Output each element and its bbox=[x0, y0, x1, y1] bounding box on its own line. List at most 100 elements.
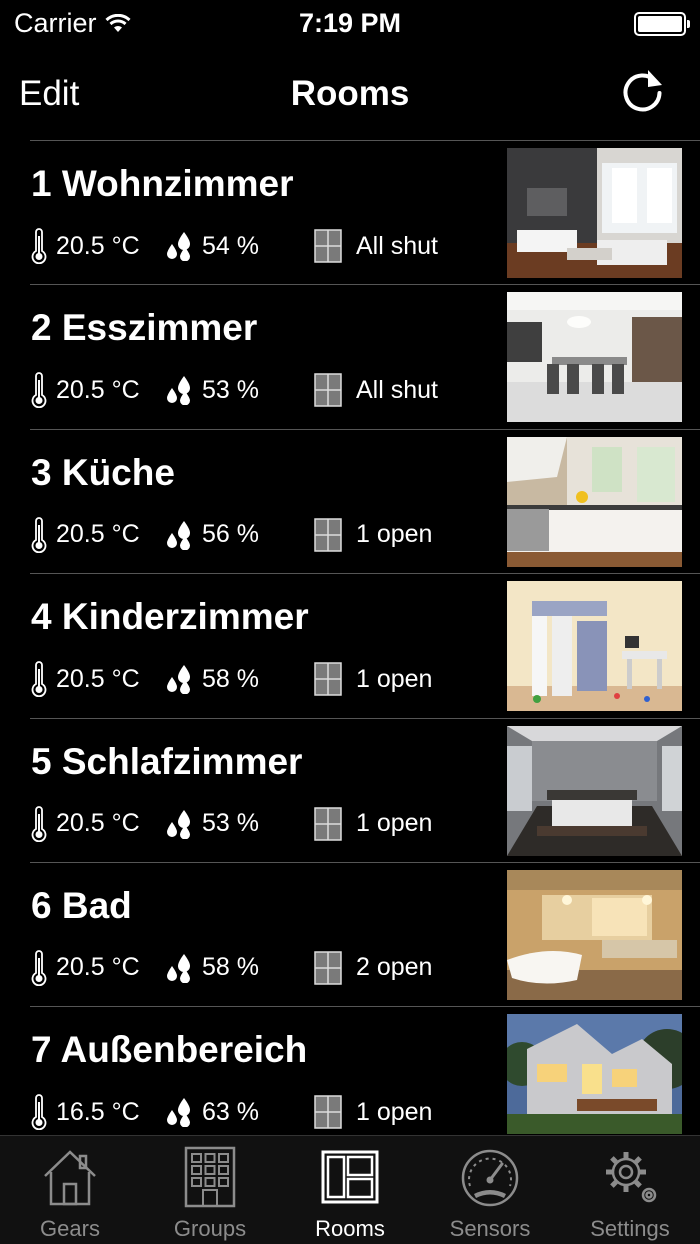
room-stats: 20.5 °C 58 % 1 open bbox=[30, 661, 432, 698]
room-name: 4 Kinderzimmer bbox=[31, 596, 309, 638]
tab-label: Rooms bbox=[315, 1216, 385, 1241]
room-photo bbox=[507, 436, 682, 567]
humidity-stat: 58 % bbox=[164, 664, 314, 695]
humidity-stat: 63 % bbox=[164, 1097, 314, 1128]
window-stat: All shut bbox=[314, 373, 438, 408]
window-stat: 1 open bbox=[314, 806, 433, 841]
humidity-stat: 54 % bbox=[164, 231, 314, 261]
window-stat: 1 open bbox=[314, 662, 432, 696]
window-status: 1 open bbox=[356, 664, 433, 693]
room-name: 1 Wohnzimmer bbox=[31, 163, 294, 204]
navigation-bar: Edit Rooms bbox=[0, 48, 700, 140]
window-status: 1 open bbox=[356, 520, 433, 549]
humidity-stat: 56 % bbox=[164, 520, 314, 550]
temperature-stat: 20.5 °C bbox=[30, 661, 164, 698]
humidity-drops-icon bbox=[164, 520, 194, 550]
tab-label: Settings bbox=[590, 1216, 670, 1241]
room-stats: 20.5 °C 53 % All shut bbox=[30, 372, 438, 409]
tab-label: Gears bbox=[40, 1216, 100, 1241]
thermometer-icon bbox=[30, 516, 48, 553]
room-photo bbox=[507, 1014, 682, 1134]
humidity-drops-icon bbox=[164, 1097, 194, 1128]
room-name: 5 Schlafzimmer bbox=[31, 740, 303, 782]
temperature-value: 20.5 °C bbox=[56, 520, 140, 549]
room-stats: 20.5 °C 58 % 2 open bbox=[30, 950, 432, 986]
temperature-stat: 20.5 °C bbox=[30, 228, 164, 264]
floorplan-icon bbox=[321, 1150, 379, 1204]
temperature-stat: 20.5 °C bbox=[30, 516, 164, 553]
humidity-drops-icon bbox=[164, 375, 194, 406]
room-row[interactable]: 6 Bad 20.5 °C 58 % 2 open bbox=[0, 863, 700, 1008]
window-status: 1 open bbox=[356, 1097, 433, 1126]
temperature-value: 20.5 °C bbox=[56, 375, 140, 404]
temperature-stat: 20.5 °C bbox=[30, 372, 164, 409]
status-time: 7:19 PM bbox=[298, 8, 402, 38]
window-stat: 2 open bbox=[314, 951, 432, 985]
tab-sensors[interactable]: Sensors bbox=[420, 1136, 560, 1244]
temperature-value: 20.5 °C bbox=[56, 664, 140, 693]
room-stats: 20.5 °C 54 % All shut bbox=[30, 228, 438, 264]
window-icon bbox=[314, 373, 342, 408]
page-title: Rooms bbox=[290, 74, 410, 113]
tab-settings[interactable]: Settings bbox=[560, 1136, 700, 1244]
window-status: All shut bbox=[356, 231, 438, 260]
humidity-stat: 58 % bbox=[164, 953, 314, 983]
room-row[interactable]: 7 Außenbereich 16.5 °C 63 % 1 open bbox=[0, 1007, 700, 1134]
humidity-stat: 53 % bbox=[164, 809, 314, 839]
humidity-drops-icon bbox=[164, 664, 194, 695]
room-row[interactable]: 1 Wohnzimmer 20.5 °C 54 % All shut bbox=[0, 141, 700, 286]
room-row[interactable]: 5 Schlafzimmer 20.5 °C 53 % 1 open bbox=[0, 719, 700, 864]
humidity-value: 63 % bbox=[202, 1097, 259, 1126]
room-photo bbox=[507, 869, 682, 1000]
thermometer-icon bbox=[30, 372, 48, 409]
temperature-stat: 16.5 °C bbox=[30, 1094, 164, 1131]
room-name: 6 Bad bbox=[31, 884, 132, 926]
window-icon bbox=[314, 806, 342, 841]
thermometer-icon bbox=[30, 1094, 48, 1131]
temperature-value: 16.5 °C bbox=[56, 1097, 140, 1126]
humidity-drops-icon bbox=[164, 953, 194, 983]
room-row[interactable]: 3 Küche 20.5 °C 56 % 1 open bbox=[0, 430, 700, 575]
thermometer-icon bbox=[30, 950, 48, 986]
tab-bar: Gears Groups Rooms Sensors Settings bbox=[0, 1135, 700, 1244]
room-name: 2 Esszimmer bbox=[31, 307, 258, 349]
room-stats: 16.5 °C 63 % 1 open bbox=[30, 1094, 433, 1131]
humidity-value: 56 % bbox=[202, 520, 259, 549]
tab-label: Groups bbox=[173, 1216, 247, 1241]
tab-gears[interactable]: Gears bbox=[0, 1136, 140, 1244]
window-icon bbox=[314, 229, 342, 263]
tab-label: Sensors bbox=[449, 1216, 531, 1241]
humidity-value: 53 % bbox=[202, 375, 259, 404]
room-row[interactable]: 2 Esszimmer 20.5 °C 53 % All shut bbox=[0, 285, 700, 431]
temperature-value: 20.5 °C bbox=[56, 953, 140, 982]
humidity-value: 54 % bbox=[202, 231, 259, 260]
room-photo bbox=[507, 148, 682, 278]
window-stat: All shut bbox=[314, 229, 438, 263]
window-status: All shut bbox=[356, 375, 438, 404]
humidity-value: 58 % bbox=[202, 953, 259, 982]
temperature-stat: 20.5 °C bbox=[30, 950, 164, 986]
temperature-stat: 20.5 °C bbox=[30, 805, 164, 842]
humidity-drops-icon bbox=[164, 809, 194, 839]
temperature-value: 20.5 °C bbox=[56, 231, 140, 260]
room-list[interactable]: 1 Wohnzimmer 20.5 °C 54 % All shut 2 Esszimm… bbox=[0, 141, 700, 1134]
room-stats: 20.5 °C 53 % 1 open bbox=[30, 805, 433, 842]
humidity-drops-icon bbox=[164, 231, 194, 261]
humidity-value: 58 % bbox=[202, 664, 259, 693]
house-icon bbox=[44, 1150, 96, 1206]
window-status: 1 open bbox=[356, 809, 433, 838]
refresh-icon[interactable] bbox=[618, 66, 668, 116]
tab-rooms[interactable]: Rooms bbox=[280, 1136, 420, 1244]
gauge-icon bbox=[461, 1149, 519, 1207]
window-status: 2 open bbox=[356, 953, 433, 982]
room-row[interactable]: 4 Kinderzimmer 20.5 °C 58 % 1 open bbox=[0, 574, 700, 719]
room-photo bbox=[507, 581, 682, 712]
window-icon bbox=[314, 1095, 342, 1130]
room-photo bbox=[507, 292, 682, 423]
gear-icon bbox=[606, 1152, 657, 1203]
humidity-value: 53 % bbox=[202, 809, 259, 838]
humidity-stat: 53 % bbox=[164, 375, 314, 406]
tab-groups[interactable]: Groups bbox=[140, 1136, 280, 1244]
window-stat: 1 open bbox=[314, 1095, 433, 1130]
room-photo bbox=[507, 725, 682, 856]
